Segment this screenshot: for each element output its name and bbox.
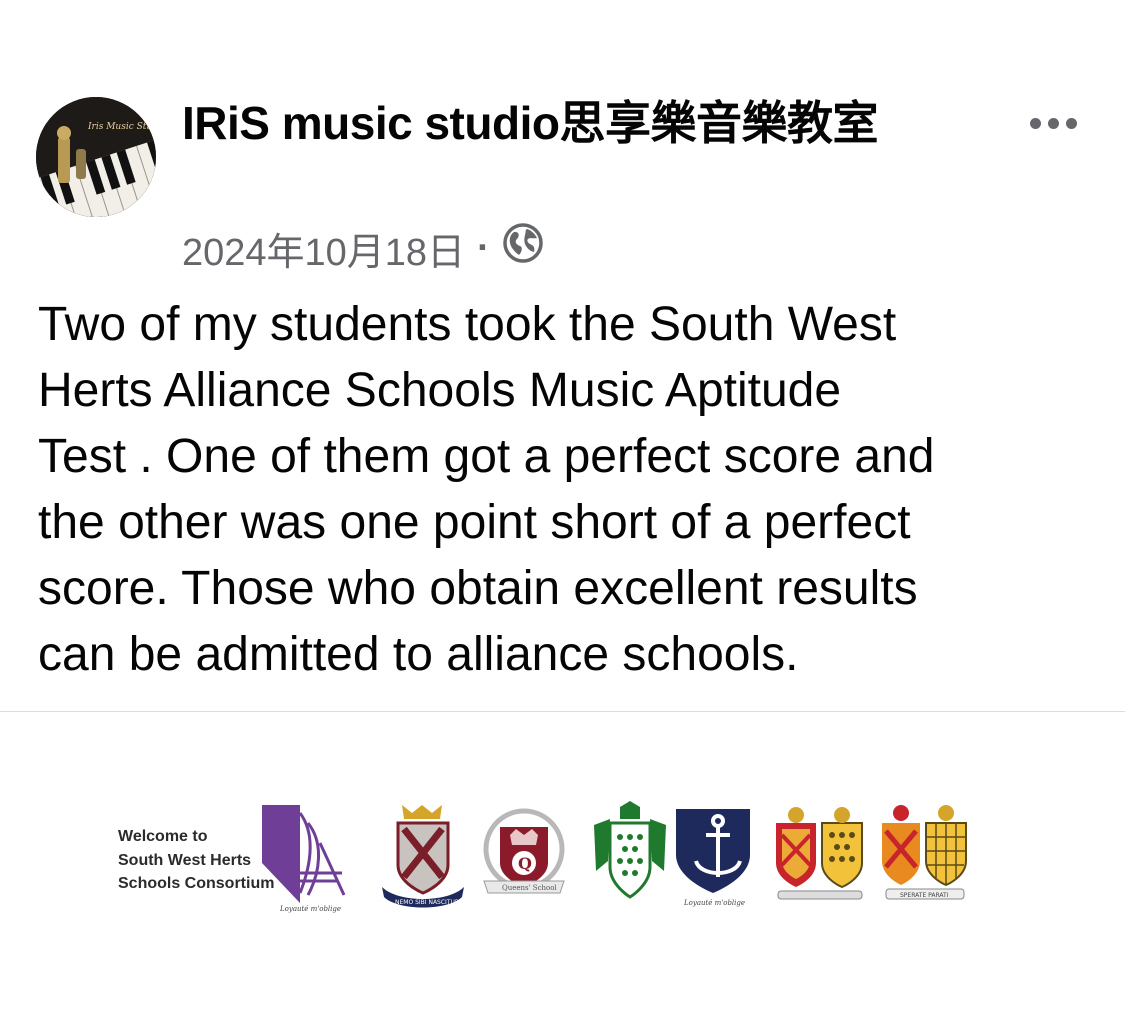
welcome-text: Welcome to South West Herts Schools Cons… xyxy=(118,828,275,892)
consortium-logo-icon: Loyauté m'oblige xyxy=(262,805,346,913)
svg-text:NEMO SIBI NASCITUR: NEMO SIBI NASCITUR xyxy=(395,899,459,906)
school-crest-green-icon xyxy=(594,801,666,899)
more-options-icon[interactable] xyxy=(1030,118,1077,129)
meta-separator: · xyxy=(477,226,490,269)
school-crest-double-shield-icon xyxy=(776,807,863,900)
avatar-script-text: Iris Music Studio xyxy=(87,122,156,132)
school-crest-queens-icon: Q Queens' School xyxy=(483,808,565,894)
school-crest-anchor-icon: Loyauté m'oblige xyxy=(676,809,750,907)
school-crest-double-shield-2-icon: SPERATE PARATI xyxy=(882,805,967,900)
svg-text:Loyauté m'oblige: Loyauté m'oblige xyxy=(279,905,341,913)
post-body-text: Two of my students took the South West H… xyxy=(38,298,935,681)
divider xyxy=(0,711,1125,712)
svg-text:Loyauté m'oblige: Loyauté m'oblige xyxy=(683,899,745,907)
svg-text:SPERATE PARATI: SPERATE PARATI xyxy=(900,892,949,899)
post-timestamp[interactable]: 2024年10月18日 xyxy=(182,221,465,276)
globe-icon[interactable] xyxy=(502,222,544,274)
school-crest-cross-icon: NEMO SIBI NASCITUR xyxy=(382,805,464,908)
post-author-name[interactable]: IRiS music studio思享樂音樂教室 xyxy=(182,94,982,152)
svg-text:Q: Q xyxy=(518,854,532,873)
post-image[interactable]: Welcome to South West Herts Schools Cons… xyxy=(110,795,980,925)
svg-text:Queens' School: Queens' School xyxy=(502,884,557,892)
post-meta: 2024年10月18日 · xyxy=(182,222,544,274)
page-avatar[interactable]: Iris Music Studio xyxy=(36,97,156,217)
